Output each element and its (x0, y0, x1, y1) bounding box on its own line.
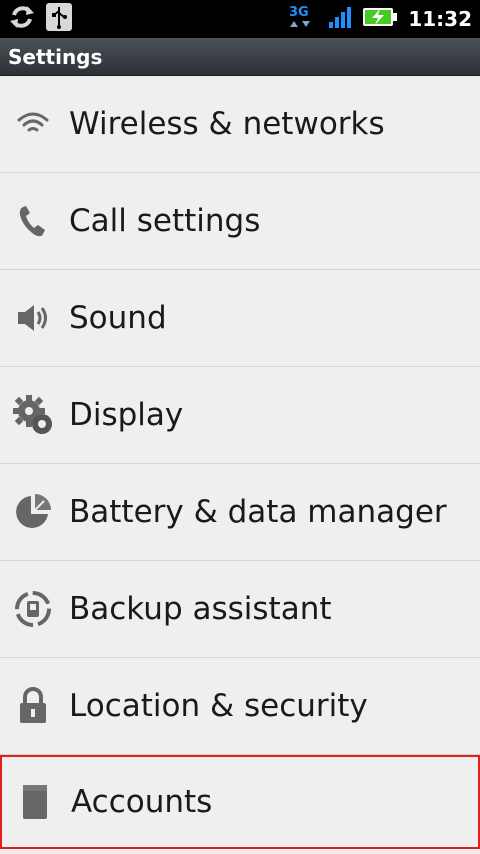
battery-charging-icon (362, 6, 398, 32)
settings-item-label: Sound (69, 300, 167, 336)
signal-icon (328, 5, 352, 33)
settings-item-label: Battery & data manager (69, 494, 447, 530)
lock-icon (12, 685, 54, 727)
settings-item-label: Accounts (71, 784, 213, 820)
phone-icon (12, 200, 54, 242)
settings-item-label: Backup assistant (69, 591, 332, 627)
settings-item-label: Display (69, 397, 184, 433)
settings-item-battery-data-manager[interactable]: Battery & data manager (0, 464, 480, 561)
backup-icon (12, 588, 54, 630)
sync-icon (8, 3, 36, 35)
settings-item-label: Wireless & networks (69, 106, 385, 142)
page-title: Settings (8, 44, 103, 69)
settings-item-location-security[interactable]: Location & security (0, 658, 480, 755)
settings-item-backup-assistant[interactable]: Backup assistant (0, 561, 480, 658)
settings-item-sound[interactable]: Sound (0, 270, 480, 367)
settings-item-label: Location & security (69, 688, 368, 724)
pie-chart-icon (12, 491, 54, 533)
settings-item-wireless-networks[interactable]: Wireless & networks (0, 76, 480, 173)
speaker-icon (12, 297, 54, 339)
3g-icon: 3G (288, 3, 318, 35)
settings-item-display[interactable]: Display (0, 367, 480, 464)
settings-item-label: Call settings (69, 203, 261, 239)
gear-icon (12, 394, 54, 436)
wifi-icon (12, 103, 54, 145)
status-time: 11:32 (408, 7, 472, 31)
settings-item-accounts[interactable]: Accounts (0, 755, 480, 849)
svg-text:3G: 3G (289, 5, 309, 20)
settings-list: Wireless & networks Call settings Sound (0, 76, 480, 849)
usb-icon (46, 3, 72, 35)
settings-item-call-settings[interactable]: Call settings (0, 173, 480, 270)
status-bar: 3G 11:32 (0, 0, 480, 38)
title-bar: Settings (0, 38, 480, 76)
account-icon (14, 781, 56, 823)
